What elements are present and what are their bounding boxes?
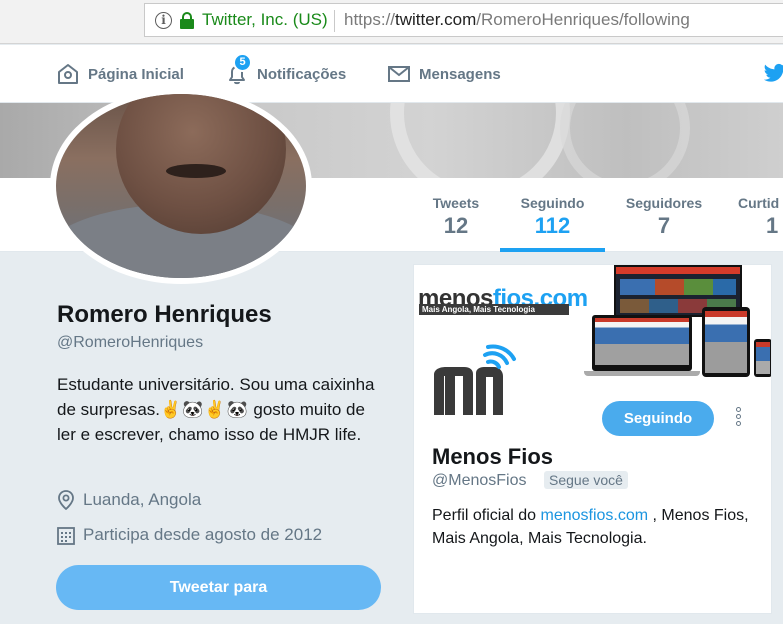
card-name[interactable]: Menos Fios — [432, 444, 553, 470]
url-field[interactable]: i Twitter, Inc. (US) https://twitter.com… — [144, 3, 783, 37]
notifications-badge: 5 — [233, 53, 252, 72]
profile-name[interactable]: Romero Henriques — [57, 301, 272, 329]
stat-likes-label: Curtid — [738, 195, 780, 211]
envelope-icon — [388, 66, 410, 82]
more-options-icon[interactable] — [736, 407, 742, 429]
url-separator — [334, 10, 335, 32]
stat-tweets-value: 12 — [443, 213, 469, 238]
profile-location: Luanda, Angola — [57, 488, 201, 512]
twitter-bird-icon[interactable] — [764, 62, 783, 84]
profile-handle[interactable]: @RomeroHenriques — [57, 334, 203, 352]
card-bio-text: Perfil oficial do — [432, 507, 541, 524]
location-pin-icon — [58, 490, 74, 510]
card-handle[interactable]: @MenosFios — [432, 472, 527, 490]
nav-notifications-label: Notificações — [257, 65, 347, 83]
profile-joined: Participa desde agosto de 2012 — [57, 523, 322, 547]
nav-home-label: Página Inicial — [88, 65, 184, 83]
stat-tweets[interactable]: Tweets 12 — [418, 178, 494, 252]
card-bio-link[interactable]: menosfios.com — [541, 507, 649, 524]
follows-you-badge: Segue você — [544, 471, 628, 489]
top-navigation: Página Inicial 5 Notificações Mensagens — [0, 45, 783, 103]
stat-likes-value: 1 — [766, 213, 779, 238]
stat-following-label: Seguindo — [520, 195, 585, 211]
url-text[interactable]: https://twitter.com/RomeroHenriques/foll… — [344, 10, 690, 30]
nav-messages[interactable]: Mensagens — [387, 45, 501, 103]
profile-avatar[interactable] — [50, 88, 312, 284]
profile-bio: Estudante universitário. Sou uma caixinh… — [57, 372, 377, 447]
stat-followers[interactable]: Seguidores 7 — [616, 178, 712, 252]
banner-tagline: Mais Angola, Mais Tecnologia — [419, 304, 569, 315]
profile-joined-text: Participa desde agosto de 2012 — [83, 525, 323, 544]
card-avatar-logo[interactable] — [428, 343, 524, 423]
lock-icon — [180, 12, 194, 29]
tweet-to-button[interactable]: Tweetar para — [56, 565, 381, 610]
profile-location-text: Luanda, Angola — [83, 490, 202, 509]
stat-likes[interactable]: Curtid 1 — [738, 178, 783, 252]
profile-card-menosfios[interactable]: menosfios.com Mais Angola, Mais Tecnolog… — [413, 264, 772, 614]
stat-followers-label: Seguidores — [625, 195, 703, 211]
banner-devices-image — [584, 265, 771, 381]
info-icon[interactable]: i — [155, 12, 172, 29]
stat-tweets-label: Tweets — [432, 195, 480, 211]
profile-bio-emojis: ✌🐼✌🐼 — [160, 400, 249, 419]
stat-followers-value: 7 — [657, 213, 671, 238]
url-path: /RomeroHenriques/following — [476, 10, 690, 29]
site-identity[interactable]: Twitter, Inc. (US) — [202, 10, 328, 30]
card-bio: Perfil oficial do menosfios.com , Menos … — [432, 504, 762, 550]
browser-address-bar: i Twitter, Inc. (US) https://twitter.com… — [0, 0, 783, 44]
nav-messages-label: Mensagens — [419, 65, 501, 83]
stat-following[interactable]: Seguindo 112 — [500, 178, 605, 252]
following-button[interactable]: Seguindo — [602, 401, 714, 436]
calendar-icon — [57, 526, 75, 545]
url-host: twitter.com — [395, 10, 477, 29]
home-icon — [58, 64, 78, 84]
stat-following-value: 112 — [534, 213, 571, 238]
url-prefix: https:// — [344, 10, 396, 29]
